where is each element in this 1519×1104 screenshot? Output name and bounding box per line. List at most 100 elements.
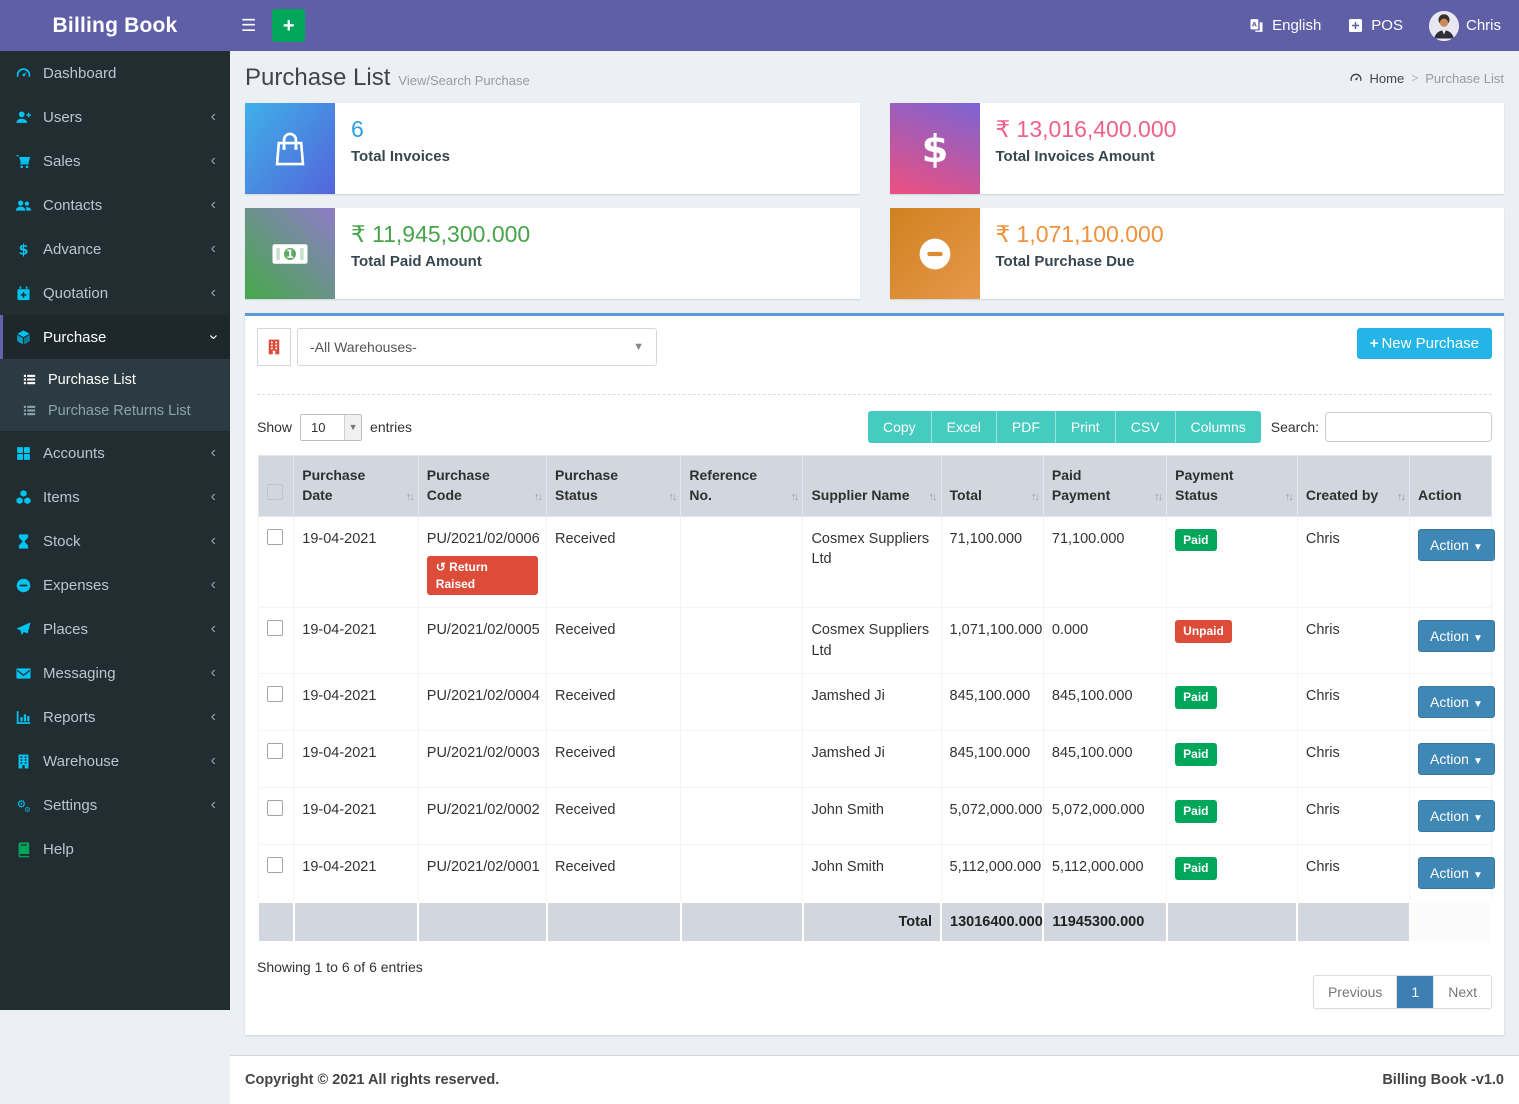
sidebar-item-users[interactable]: Users‹ [0,95,230,139]
page-subtitle: View/Search Purchase [398,73,529,88]
table-row: 19-04-2021PU/2021/02/0002ReceivedJohn Sm… [258,788,1491,845]
users-icon [15,197,43,214]
cell-supplier-name: Jamshed Ji [803,674,941,731]
row-checkbox[interactable] [267,857,283,873]
caret-down-icon: ▼ [1473,756,1483,767]
sidebar-item-label: Users [43,109,82,126]
return-raised-badge: ↺ Return Raised [427,556,538,596]
user-menu[interactable]: Chris [1429,11,1501,41]
sidebar-item-sales[interactable]: Sales‹ [0,139,230,183]
cell-reference-no [681,608,803,674]
entries-label: entries [370,419,412,435]
pos-icon [1347,17,1364,34]
language-menu[interactable]: A English [1248,17,1321,34]
cell-created-by: Chris [1297,516,1409,608]
action-button[interactable]: Action▼ [1418,857,1495,889]
sidebar-item-contacts[interactable]: Contacts‹ [0,183,230,227]
chevron-left-icon: ‹ [211,533,216,549]
quick-add-button[interactable]: + [272,9,305,42]
column-header-paid-payment[interactable]: Paid Payment↑↓ [1043,456,1166,517]
hourglass-icon [15,533,43,550]
action-button[interactable]: Action▼ [1418,529,1495,561]
sidebar-toggle-icon[interactable]: ☰ [230,16,267,36]
row-checkbox[interactable] [267,620,283,636]
cell-created-by: Chris [1297,674,1409,731]
sidebar-item-quotation[interactable]: Quotation‹ [0,271,230,315]
export-csv-button[interactable]: CSV [1116,411,1176,443]
pagination-page-1[interactable]: 1 [1396,976,1433,1008]
column-header-action: Action [1410,456,1491,517]
column-header-purchase-date[interactable]: Purchase Date↑↓ [294,456,419,517]
app-logo[interactable]: Billing Book [0,0,230,51]
sidebar-subitem-purchase-returns-list[interactable]: Purchase Returns List [0,395,230,426]
sidebar-item-label: Purchase [43,329,106,346]
dashboard-icon [1349,71,1363,85]
pos-link[interactable]: POS [1347,17,1403,34]
sidebar-item-settings[interactable]: ⚙⚙Settings‹ [0,783,230,827]
stat-card-total-invoices-amount: $₹ 13,016,400.000Total Invoices Amount [890,103,1505,194]
column-header-payment-status[interactable]: Payment Status↑↓ [1167,456,1298,517]
stat-label: Total Invoices [351,148,450,165]
action-button[interactable]: Action▼ [1418,620,1495,652]
action-button[interactable]: Action▼ [1418,743,1495,775]
cell-action: Action▼ [1410,674,1491,731]
sidebar-item-label: Help [43,841,74,858]
plus-icon: + [1370,335,1379,352]
breadcrumb-home[interactable]: Home [1370,71,1405,86]
column-header-reference-no[interactable]: Reference No.↑↓ [681,456,803,517]
row-checkbox[interactable] [267,800,283,816]
chevron-left-icon: ‹ [211,489,216,505]
warehouse-filter-select[interactable]: -All Warehouses- ▼ [297,328,657,366]
row-checkbox[interactable] [267,529,283,545]
payment-status-badge: Paid [1175,743,1216,766]
row-checkbox[interactable] [267,743,283,759]
sidebar-item-advance[interactable]: $Advance‹ [0,227,230,271]
new-purchase-button[interactable]: +New Purchase [1357,328,1492,359]
action-button[interactable]: Action▼ [1418,800,1495,832]
cell-reference-no [681,674,803,731]
sidebar-item-help[interactable]: Help [0,827,230,871]
chevron-left-icon: ‹ [211,285,216,301]
column-header-created-by[interactable]: Created by↑↓ [1297,456,1409,517]
svg-text:$: $ [19,242,29,258]
export-pdf-button[interactable]: PDF [997,411,1056,443]
sidebar-item-expenses[interactable]: Expenses‹ [0,563,230,607]
column-header-supplier-name[interactable]: Supplier Name↑↓ [803,456,941,517]
export-copy-button[interactable]: Copy [868,411,932,443]
cell-purchase-status: Received [547,731,681,788]
paper-plane-icon [15,621,43,638]
export-print-button[interactable]: Print [1056,411,1116,443]
row-checkbox[interactable] [267,686,283,702]
stat-label: Total Purchase Due [996,253,1164,270]
pagination-previous[interactable]: Previous [1314,976,1396,1008]
pagination-next[interactable]: Next [1433,976,1491,1008]
cell-total: 1,071,100.000 [941,608,1043,674]
sidebar-item-accounts[interactable]: Accounts‹ [0,431,230,475]
sidebar-item-items[interactable]: Items‹ [0,475,230,519]
page-length-select[interactable]: 10 ▼ [300,414,362,441]
action-button[interactable]: Action▼ [1418,686,1495,718]
cell-purchase-code: PU/2021/02/0003 [418,731,546,788]
sidebar-item-label: Settings [43,797,97,814]
table-row: 19-04-2021PU/2021/02/0006↺ Return Raised… [258,516,1491,608]
sidebar-item-warehouse[interactable]: Warehouse‹ [0,739,230,783]
select-all-checkbox[interactable] [267,484,283,500]
sidebar-subitem-purchase-list[interactable]: Purchase List [0,364,230,395]
page-footer: Copyright © 2021 All rights reserved. Bi… [230,1055,1519,1104]
sort-icon: ↑↓ [668,490,675,506]
grid-icon [15,445,43,462]
column-header-total[interactable]: Total↑↓ [941,456,1043,517]
sidebar-item-purchase[interactable]: Purchase‹ [0,315,230,359]
sidebar-item-dashboard[interactable]: Dashboard [0,51,230,95]
column-header-purchase-code[interactable]: Purchase Code↑↓ [418,456,546,517]
search-input[interactable] [1325,412,1492,442]
column-header-purchase-status[interactable]: Purchase Status↑↓ [547,456,681,517]
cell-purchase-code: PU/2021/02/0006↺ Return Raised [418,516,546,608]
sidebar-item-messaging[interactable]: Messaging‹ [0,651,230,695]
cell-payment-status: Paid [1167,731,1298,788]
sidebar-item-stock[interactable]: Stock‹ [0,519,230,563]
export-excel-button[interactable]: Excel [932,411,997,443]
sidebar-item-reports[interactable]: Reports‹ [0,695,230,739]
export-columns-button[interactable]: Columns [1176,411,1261,443]
sidebar-item-places[interactable]: Places‹ [0,607,230,651]
